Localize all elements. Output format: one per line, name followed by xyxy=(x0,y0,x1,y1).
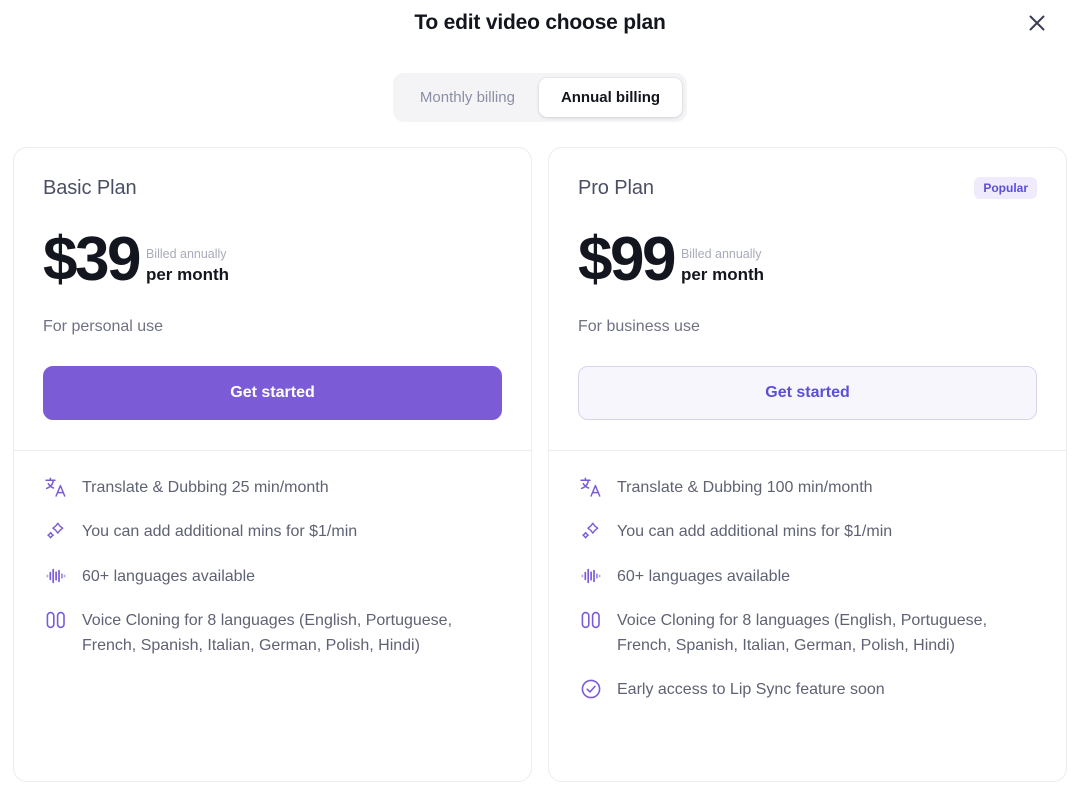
list-item: 60+ languages available xyxy=(43,564,502,589)
price-billed-note-pro: Billed annually xyxy=(680,247,762,262)
pricing-modal: To edit video choose plan Monthly billin… xyxy=(0,0,1080,798)
price-meta-pro: Billed annually per month xyxy=(681,247,764,288)
feature-text: 60+ languages available xyxy=(82,567,256,585)
list-item: Voice Cloning for 8 languages (English, … xyxy=(578,608,1037,659)
features-list-pro: Translate & Dubbing 100 min/month You ca… xyxy=(549,451,1066,731)
list-item: You can add additional mins for $1/min xyxy=(578,519,1037,544)
page-title: To edit video choose plan xyxy=(414,11,666,34)
price-period-basic: per month xyxy=(145,264,230,284)
plan-card-basic: Basic Plan $39 Billed annually per month… xyxy=(13,147,532,782)
plan-audience-pro: For business use xyxy=(578,318,700,335)
feature-text: Translate & Dubbing 100 min/month xyxy=(617,479,873,496)
price-row-pro: $99 Billed annually per month xyxy=(578,222,1037,294)
plan-audience-basic: For personal use xyxy=(43,318,164,335)
feature-text: You can add additional mins for $1/min xyxy=(82,523,358,541)
sparkle-wand-icon xyxy=(43,518,69,544)
check-circle-icon xyxy=(578,676,604,702)
plan-header-pro: Pro Plan Popular $99 Billed annually per… xyxy=(549,148,1066,450)
list-item: Translate & Dubbing 25 min/month xyxy=(43,475,502,500)
plan-name-basic: Basic Plan xyxy=(43,176,137,199)
modal-header: To edit video choose plan xyxy=(0,0,1080,46)
list-item: You can add additional mins for $1/min xyxy=(43,519,502,544)
tab-annual-billing[interactable]: Annual billing xyxy=(538,78,683,117)
plan-header-basic: Basic Plan $39 Billed annually per month… xyxy=(14,148,531,450)
billing-toggle-wrap: Monthly billing Annual billing xyxy=(0,73,1080,122)
plan-name-row-basic: Basic Plan xyxy=(43,175,502,201)
status-badge: Popular xyxy=(974,177,1037,199)
list-item: Early access to Lip Sync feature soon xyxy=(578,677,1037,702)
plan-card-pro: Pro Plan Popular $99 Billed annually per… xyxy=(548,147,1067,782)
tab-monthly-billing[interactable]: Monthly billing xyxy=(398,78,537,117)
price-row-basic: $39 Billed annually per month xyxy=(43,222,502,294)
feature-text: Voice Cloning for 8 languages (English, … xyxy=(82,611,453,655)
voice-clone-icon xyxy=(578,607,604,633)
translate-icon xyxy=(43,474,69,500)
feature-text: 60+ languages available xyxy=(617,567,791,585)
sparkle-wand-icon xyxy=(578,518,604,544)
features-list-basic: Translate & Dubbing 25 min/month You can… xyxy=(14,451,531,686)
feature-text: Voice Cloning for 8 languages (English, … xyxy=(617,611,988,655)
close-icon xyxy=(1026,12,1048,34)
close-button[interactable] xyxy=(1020,6,1054,40)
price-period-pro: per month xyxy=(680,264,765,284)
plan-name-row-pro: Pro Plan Popular xyxy=(578,175,1037,201)
list-item: Translate & Dubbing 100 min/month xyxy=(578,475,1037,500)
get-started-button-basic[interactable]: Get started xyxy=(43,366,502,420)
waveform-icon xyxy=(578,563,604,589)
waveform-icon xyxy=(43,563,69,589)
get-started-button-pro[interactable]: Get started xyxy=(578,366,1037,420)
list-item: 60+ languages available xyxy=(578,564,1037,589)
price-amount-basic: $39 xyxy=(43,224,141,294)
billing-toggle: Monthly billing Annual billing xyxy=(392,73,688,122)
price-amount-pro: $99 xyxy=(578,224,676,294)
price-billed-note-basic: Billed annually xyxy=(145,247,227,262)
feature-text: Translate & Dubbing 25 min/month xyxy=(82,479,329,496)
voice-clone-icon xyxy=(43,607,69,633)
feature-text: You can add additional mins for $1/min xyxy=(617,523,893,541)
plans-container: Basic Plan $39 Billed annually per month… xyxy=(0,122,1080,782)
price-meta-basic: Billed annually per month xyxy=(146,247,229,288)
list-item: Voice Cloning for 8 languages (English, … xyxy=(43,608,502,659)
plan-name-pro: Pro Plan xyxy=(578,176,654,199)
feature-text: Early access to Lip Sync feature soon xyxy=(617,681,885,699)
translate-icon xyxy=(578,474,604,500)
